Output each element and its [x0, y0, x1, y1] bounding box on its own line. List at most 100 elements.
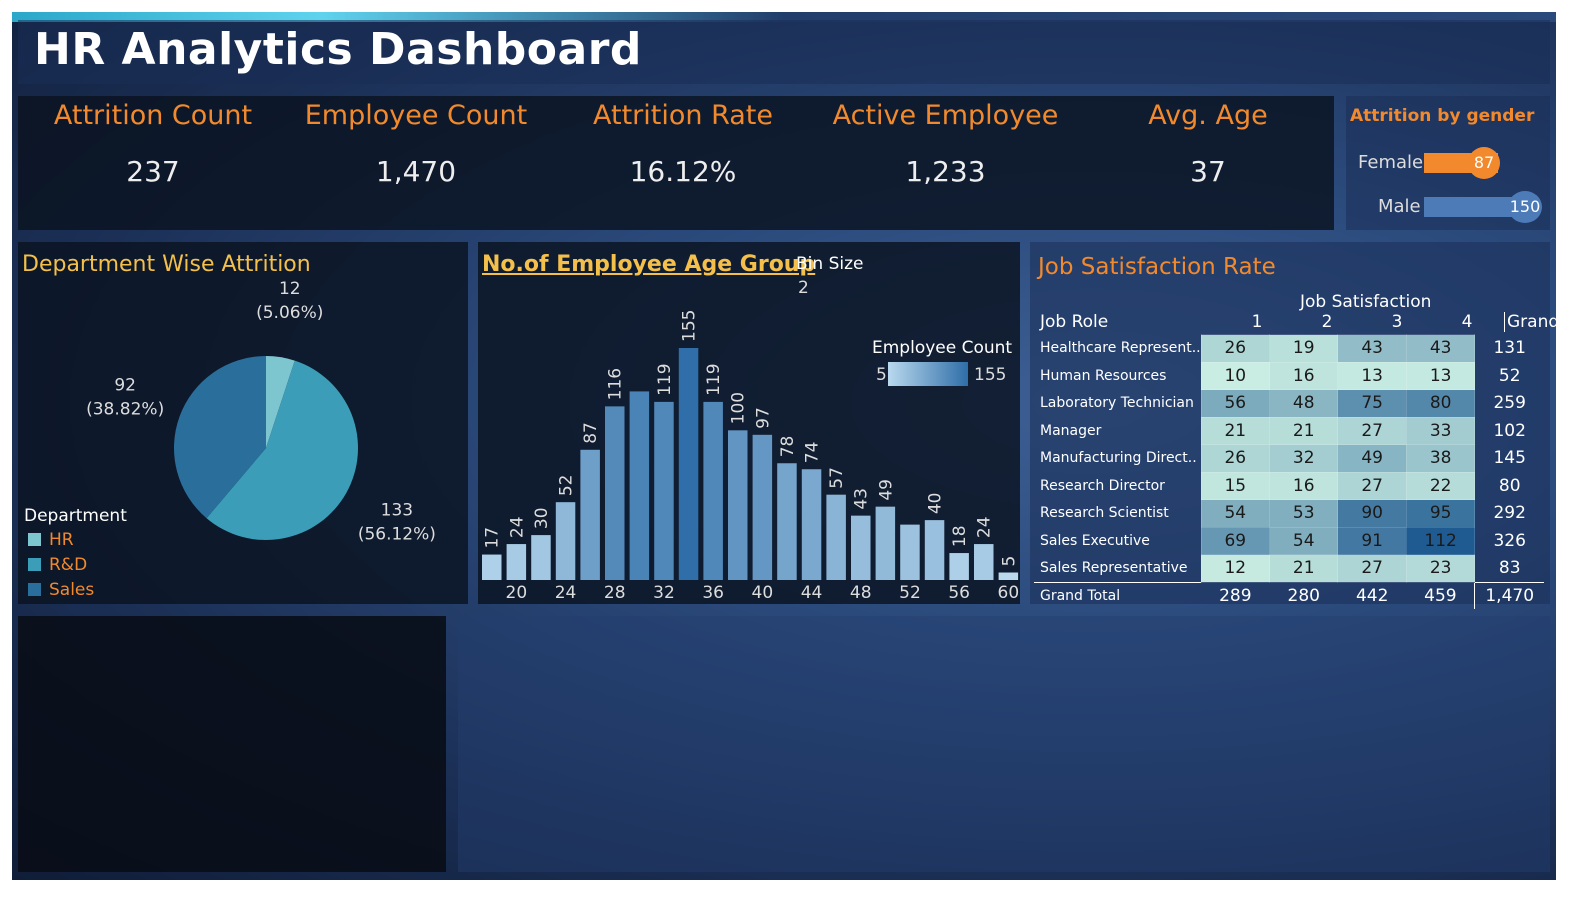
heatmap-cell[interactable]: 48 [1269, 389, 1339, 418]
heatmap-cell[interactable]: 27 [1337, 416, 1407, 445]
page-title: HR Analytics Dashboard [34, 24, 642, 75]
heatmap-cell[interactable]: 56 [1200, 389, 1271, 418]
row-grand-total: 83 [1474, 554, 1544, 582]
heatmap-cell[interactable]: 12 [1200, 554, 1271, 583]
kpi-label: Attrition Rate [593, 100, 773, 131]
histogram-bar[interactable] [801, 469, 822, 580]
x-tick-label: 40 [752, 583, 774, 603]
x-tick-label: 28 [604, 583, 626, 603]
job-satisfaction-heatmap: Healthcare Represent.. 26 19 43 43 131 Human R… [1034, 334, 1544, 609]
heatmap-cell[interactable]: 95 [1405, 499, 1476, 528]
job-satisfaction-panel: Job Satisfaction Rate Job Satisfaction J… [1030, 242, 1556, 609]
kpi-label: Active Employee [832, 100, 1059, 131]
job-role-label: Research Scientist [1040, 505, 1169, 522]
heatmap-cell[interactable]: 38 [1405, 444, 1476, 473]
heatmap-row: Research Director 15 16 27 22 80 [1034, 471, 1544, 500]
heatmap-cell[interactable]: 16 [1269, 361, 1339, 390]
histogram-bar[interactable] [900, 524, 920, 580]
bar-value-label: 52 [557, 475, 577, 497]
bar-value-label: 119 [704, 363, 724, 395]
histogram-bar[interactable] [777, 463, 797, 580]
heatmap-cell[interactable]: 23 [1405, 554, 1476, 583]
heatmap-cell[interactable]: 69 [1200, 526, 1271, 555]
histogram-bar[interactable] [531, 535, 551, 580]
histogram-bar[interactable] [924, 520, 945, 580]
histogram-bar[interactable] [605, 406, 625, 580]
heatmap-cell[interactable]: 16 [1269, 471, 1339, 500]
age-histogram: 17 24 305287116 119155119100 9778 745743 49401… [482, 310, 1019, 603]
legend-item-sales[interactable]: Sales [28, 580, 94, 600]
kpi-value: 237 [126, 155, 180, 188]
heatmap-cell[interactable]: 43 [1337, 334, 1407, 363]
histogram-bar[interactable] [826, 494, 846, 580]
histogram-bar[interactable] [875, 506, 896, 580]
header-panel: HR Analytics Dashboard [18, 20, 1550, 84]
department-panel: Department Wise Attrition 12 (5.06%) 133 (5… [18, 242, 468, 604]
histogram-bar[interactable] [678, 348, 699, 580]
heatmap-cell[interactable]: 26 [1200, 334, 1271, 363]
heatmap-cell[interactable]: 21 [1269, 416, 1339, 445]
histogram-bar[interactable] [654, 401, 674, 580]
pie-percent-label: (56.12%) [358, 524, 436, 544]
heatmap-cell[interactable]: 80 [1405, 389, 1476, 418]
histogram-bar[interactable] [629, 391, 650, 580]
job-col-1: 1 [1251, 312, 1263, 332]
heatmap-cell[interactable]: 10 [1200, 361, 1271, 390]
row-grand-total: 80 [1474, 472, 1544, 500]
heatmap-cell[interactable]: 49 [1337, 444, 1407, 473]
pie-value-label: 92 [114, 375, 136, 395]
heatmap-cell[interactable]: 75 [1337, 389, 1407, 418]
bar-value-label: 24 [975, 516, 995, 538]
bar-value-label: 40 [926, 492, 946, 514]
histogram-bar[interactable] [728, 430, 748, 580]
heatmap-cell[interactable]: 13 [1405, 361, 1476, 390]
heatmap-cell[interactable]: 22 [1405, 471, 1476, 500]
histogram-bar[interactable] [851, 515, 871, 580]
kpi-label: Attrition Count [53, 100, 253, 131]
heatmap-cell[interactable]: 21 [1269, 554, 1339, 583]
bar-value-label: 5 [999, 556, 1019, 567]
histogram-bar[interactable] [949, 553, 969, 580]
legend-item-rd[interactable]: R&D [28, 555, 87, 575]
histogram-bar[interactable] [555, 502, 576, 580]
heatmap-cell[interactable]: 54 [1200, 499, 1271, 528]
histogram-bar[interactable] [703, 401, 723, 580]
heatmap-cell[interactable]: 33 [1405, 416, 1476, 445]
heatmap-cell[interactable]: 112 [1405, 526, 1476, 555]
job-role-label: Healthcare Represent.. [1040, 340, 1201, 357]
heatmap-cell[interactable]: 27 [1337, 554, 1407, 583]
age-panel: No.of Employee Age Group Bin Size 2 Empl… [478, 242, 1020, 604]
kpi-employee-count: Employee Count 1,470 [286, 100, 546, 188]
heatmap-cell[interactable]: 91 [1337, 526, 1407, 555]
heatmap-cell[interactable]: 32 [1269, 444, 1339, 473]
histogram-bar[interactable] [580, 449, 600, 580]
heatmap-cell[interactable]: 26 [1200, 444, 1271, 473]
department-legend-title: Department [24, 506, 127, 526]
x-tick-label: 36 [702, 583, 724, 603]
heatmap-cell[interactable]: 21 [1200, 416, 1271, 445]
bar-value-label: 30 [532, 507, 552, 529]
heatmap-cell[interactable]: 15 [1200, 471, 1271, 500]
histogram-bar[interactable] [482, 554, 502, 580]
heatmap-cell[interactable]: 53 [1269, 499, 1339, 528]
heatmap-cell[interactable]: 13 [1337, 361, 1407, 390]
job-col-2: 2 [1321, 312, 1333, 332]
heatmap-cell[interactable]: 27 [1337, 471, 1407, 500]
bar-value-label: 155 [680, 310, 700, 342]
histogram-bar[interactable] [752, 434, 773, 580]
kpi-label: Employee Count [304, 100, 528, 131]
heatmap-cell[interactable]: 90 [1337, 499, 1407, 528]
kpi-value: 16.12% [629, 155, 737, 188]
x-tick-label: 44 [801, 583, 823, 603]
x-tick-label: 56 [948, 583, 970, 603]
histogram-bar[interactable] [998, 572, 1019, 580]
bar-value-label: 116 [606, 368, 626, 400]
heatmap-cell[interactable]: 54 [1269, 526, 1339, 555]
bar-value-label: 74 [803, 442, 823, 464]
histogram-bar[interactable] [974, 544, 994, 580]
heatmap-cell[interactable]: 19 [1269, 334, 1339, 363]
heatmap-cell[interactable]: 43 [1405, 334, 1476, 363]
legend-item-hr[interactable]: HR [28, 530, 74, 550]
kpi-value: 1,233 [905, 155, 986, 188]
histogram-bar[interactable] [506, 544, 527, 580]
